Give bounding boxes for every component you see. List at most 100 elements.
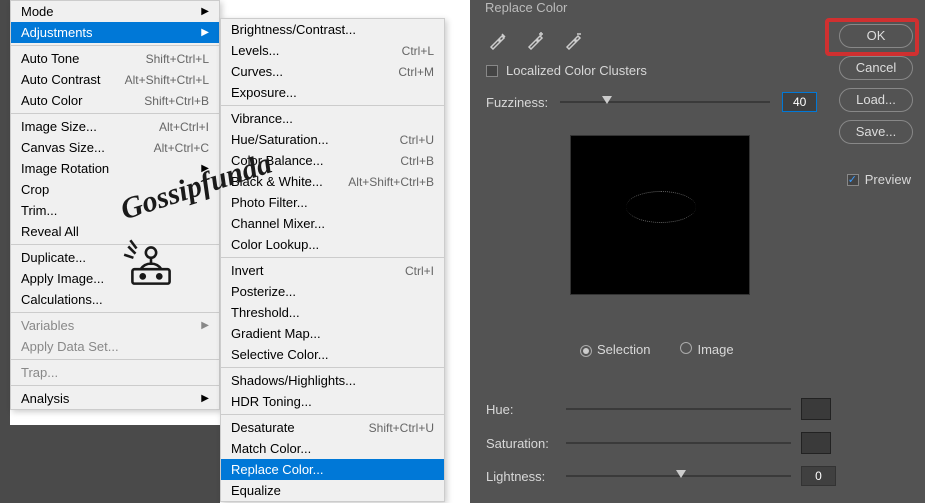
menu-item-label: Vibrance... (231, 111, 293, 126)
adjustments-menu-item[interactable]: DesaturateShift+Ctrl+U (221, 417, 444, 438)
eyedropper-minus-icon[interactable] (564, 30, 584, 50)
menu-item-label: Duplicate... (21, 250, 86, 265)
adjustments-menu-item[interactable]: Brightness/Contrast... (221, 19, 444, 40)
lightness-control: Lightness: 0 (486, 466, 836, 486)
hue-slider[interactable] (566, 408, 791, 410)
image-menu-item[interactable]: Auto ToneShift+Ctrl+L (11, 48, 219, 69)
adjustments-menu-item[interactable]: Selective Color... (221, 344, 444, 365)
menu-separator (221, 257, 444, 258)
cancel-button[interactable]: Cancel (839, 56, 913, 80)
menu-item-shortcut: Ctrl+I (405, 264, 434, 278)
fuzziness-input[interactable]: 40 (782, 92, 817, 112)
image-menu-item[interactable]: Apply Image... (11, 268, 219, 289)
menu-item-label: Auto Contrast (21, 72, 101, 87)
menu-separator (11, 359, 219, 360)
submenu-arrow-icon: ▶ (201, 6, 209, 17)
adjustments-menu-item[interactable]: Photo Filter... (221, 192, 444, 213)
menu-item-label: Selective Color... (231, 347, 329, 362)
menu-item-label: Black & White... (231, 174, 323, 189)
image-menu-item[interactable]: Duplicate... (11, 247, 219, 268)
selection-radio[interactable]: Selection (580, 342, 650, 357)
image-menu-item[interactable]: Image Rotation▶ (11, 158, 219, 179)
lightness-input[interactable]: 0 (801, 466, 836, 486)
fuzziness-control: Fuzziness: 40 (486, 92, 817, 112)
menu-item-label: HDR Toning... (231, 394, 312, 409)
menu-separator (221, 367, 444, 368)
load-button[interactable]: Load... (839, 88, 913, 112)
image-menu-item[interactable]: Analysis▶ (11, 388, 219, 409)
menu-item-label: Threshold... (231, 305, 300, 320)
menu-item-shortcut: Shift+Ctrl+B (144, 94, 209, 108)
menu-item-label: Apply Data Set... (21, 339, 119, 354)
adjustments-menu-item[interactable]: Posterize... (221, 281, 444, 302)
localized-label: Localized Color Clusters (506, 63, 647, 78)
hue-control: Hue: (486, 398, 831, 420)
adjustments-menu-item[interactable]: Color Lookup... (221, 234, 444, 255)
image-menu-item[interactable]: Adjustments▶ (11, 22, 219, 43)
image-menu-item[interactable]: Auto ContrastAlt+Shift+Ctrl+L (11, 69, 219, 90)
image-menu-item[interactable]: Trim... (11, 200, 219, 221)
adjustments-menu-item[interactable]: Shadows/Highlights... (221, 370, 444, 391)
menu-item-label: Replace Color... (231, 462, 324, 477)
image-radio[interactable]: Image (680, 342, 733, 357)
save-button[interactable]: Save... (839, 120, 913, 144)
adjustments-menu-item[interactable]: Gradient Map... (221, 323, 444, 344)
adjustments-menu-item[interactable]: Black & White... Alt+Shift+Ctrl+B (221, 171, 444, 192)
localized-clusters-option[interactable]: Localized Color Clusters (486, 63, 647, 78)
lightness-slider[interactable] (566, 475, 791, 477)
adjustments-menu-item[interactable]: Threshold... (221, 302, 444, 323)
preview-mode-radios: Selection Image (580, 342, 734, 357)
menu-item-label: Canvas Size... (21, 140, 105, 155)
saturation-slider[interactable] (566, 442, 791, 444)
preview-checkbox[interactable] (847, 174, 859, 186)
hue-label: Hue: (486, 402, 556, 417)
menu-separator (11, 312, 219, 313)
adjustments-menu-item[interactable]: Levels...Ctrl+L (221, 40, 444, 61)
slider-thumb-icon[interactable] (676, 470, 686, 478)
image-menu-item[interactable]: Canvas Size...Alt+Ctrl+C (11, 137, 219, 158)
adjustments-menu-item[interactable]: InvertCtrl+I (221, 260, 444, 281)
image-menu-item[interactable]: Calculations... (11, 289, 219, 310)
menu-item-label: Hue/Saturation... (231, 132, 329, 147)
image-menu-item[interactable]: Reveal All (11, 221, 219, 242)
adjustments-menu-item[interactable]: Match Color... (221, 438, 444, 459)
result-color-swatch[interactable] (801, 398, 831, 420)
menu-item-label: Brightness/Contrast... (231, 22, 356, 37)
menu-separator (11, 385, 219, 386)
adjustments-menu-item[interactable]: HDR Toning... (221, 391, 444, 412)
adjustments-menu-item[interactable]: Exposure... (221, 82, 444, 103)
image-menu-item[interactable]: Mode ▶ (11, 1, 219, 22)
menu-item-shortcut: Ctrl+L (402, 44, 434, 58)
adjustments-menu-item[interactable]: Vibrance... (221, 108, 444, 129)
dialog-title: Replace Color (485, 0, 567, 15)
adjustments-menu-item[interactable]: Color Balance...Ctrl+B (221, 150, 444, 171)
image-menu-item[interactable]: Image Size...Alt+Ctrl+I (11, 116, 219, 137)
image-menu-item[interactable]: Crop (11, 179, 219, 200)
slider-thumb-icon[interactable] (602, 96, 612, 104)
eyedropper-plus-icon[interactable] (526, 30, 546, 50)
image-menu-item: Apply Data Set... (11, 336, 219, 357)
menu-item-label: Auto Color (21, 93, 82, 108)
adjustments-menu-item[interactable]: Equalize (221, 480, 444, 501)
adjustments-menu-item[interactable]: Channel Mixer... (221, 213, 444, 234)
image-menu-item: Variables▶ (11, 315, 219, 336)
radio-icon (580, 345, 592, 357)
adjustments-menu-item[interactable]: Hue/Saturation...Ctrl+U (221, 129, 444, 150)
preview-option[interactable]: Preview (847, 172, 911, 187)
adjustments-menu-item[interactable]: Replace Color... (221, 459, 444, 480)
localized-checkbox[interactable] (486, 65, 498, 77)
menu-item-shortcut: Alt+Shift+Ctrl+B (348, 175, 434, 189)
eyedropper-icon[interactable] (488, 30, 508, 50)
menu-item-label: Mode (21, 4, 54, 19)
menu-item-label: Photo Filter... (231, 195, 308, 210)
image-menu-item[interactable]: Auto Color Shift+Ctrl+B (11, 90, 219, 111)
ok-button[interactable]: OK (839, 24, 913, 48)
swatch-placeholder (801, 432, 831, 454)
menu-item-label: Analysis (21, 391, 69, 406)
menu-item-shortcut: Ctrl+B (400, 154, 434, 168)
menu-item-label: Curves... (231, 64, 283, 79)
adjustments-menu-item[interactable]: Curves...Ctrl+M (221, 61, 444, 82)
menu-item-label: Channel Mixer... (231, 216, 325, 231)
fuzziness-slider[interactable] (560, 101, 770, 103)
menu-item-label: Trap... (21, 365, 58, 380)
